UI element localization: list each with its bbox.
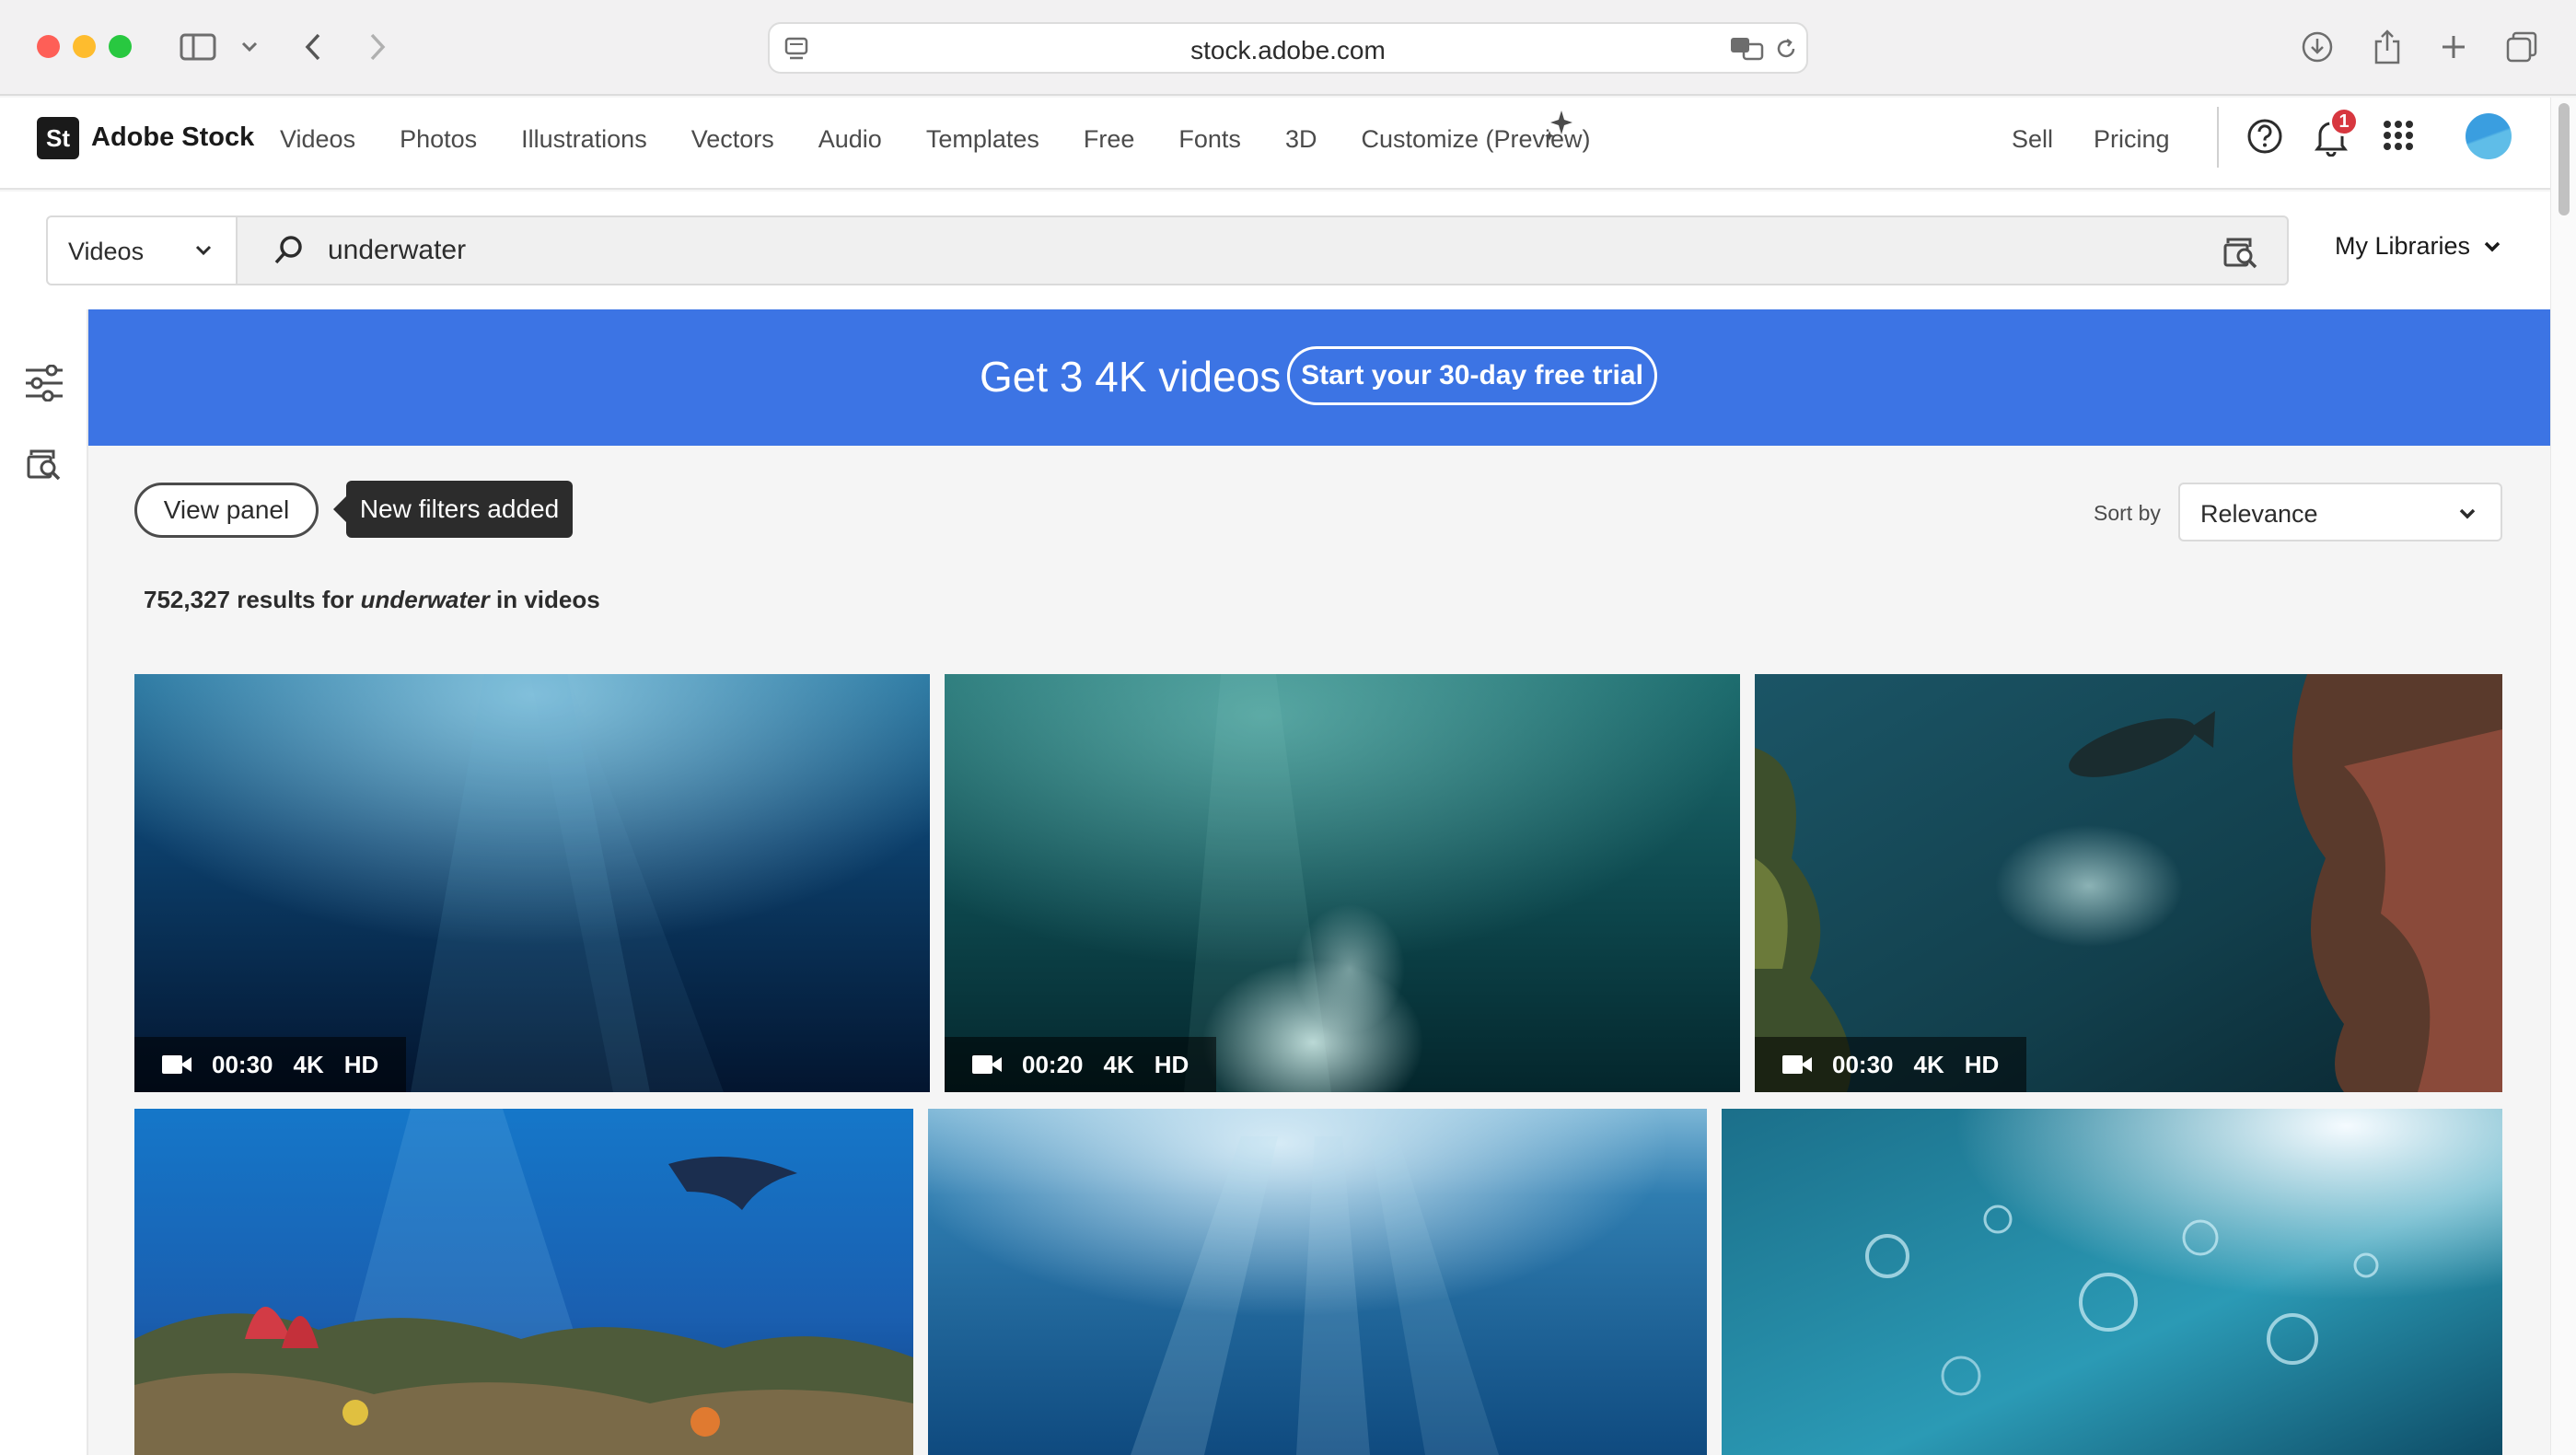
zoom-window-button[interactable] <box>109 35 132 58</box>
video-tile-6[interactable] <box>1722 1109 2502 1455</box>
chevron-down-icon <box>195 245 212 256</box>
asset-type-select[interactable]: Videos <box>46 215 238 285</box>
app-root: stock.adobe.com St Adobe Stock Videos Ph… <box>0 0 2576 1455</box>
reload-icon[interactable] <box>1773 36 1799 62</box>
chevron-down-icon <box>2484 241 2501 251</box>
chevron-down-icon <box>2459 508 2476 519</box>
nav-pricing[interactable]: Pricing <box>2094 125 2170 154</box>
video-meta: 00:20 4K HD <box>945 1037 1217 1092</box>
visual-search-icon[interactable] <box>26 446 63 483</box>
video-camera-icon <box>162 1055 191 1074</box>
video-resolution: 4K <box>1103 1050 1134 1078</box>
tab-overview-icon[interactable] <box>2501 24 2543 70</box>
video-thumbnail <box>1755 674 2502 1092</box>
video-meta: 00:30 4K HD <box>134 1037 407 1092</box>
video-tile-1[interactable]: 00:30 4K HD <box>134 674 930 1092</box>
video-thumbnail <box>134 1109 913 1455</box>
video-thumbnail <box>928 1109 1707 1455</box>
sidebar-toggle-icon[interactable] <box>175 24 221 70</box>
promo-text: Get 3 4K videos <box>980 353 1282 401</box>
results-tail: in videos <box>496 586 600 613</box>
forward-icon[interactable] <box>359 24 396 70</box>
video-thumbnail <box>134 674 930 1092</box>
video-duration: 00:30 <box>1832 1050 1894 1078</box>
page-scrollbar[interactable] <box>2550 98 2576 1455</box>
nav-illustrations[interactable]: Illustrations <box>521 125 647 154</box>
help-icon[interactable] <box>2246 118 2283 155</box>
video-resolution: 4K <box>1913 1050 1944 1078</box>
search-input[interactable] <box>328 230 2077 271</box>
video-camera-icon <box>1782 1055 1812 1074</box>
url-text: stock.adobe.com <box>1190 36 1386 64</box>
search-icon <box>274 236 302 264</box>
video-tile-4[interactable] <box>134 1109 913 1455</box>
translate-icon[interactable] <box>1729 35 1766 63</box>
scrollbar-thumb[interactable] <box>2559 103 2570 215</box>
nav-audio[interactable]: Audio <box>818 125 882 154</box>
browser-toolbar: stock.adobe.com <box>0 0 2576 96</box>
adobe-stock-wordmark[interactable]: Adobe Stock <box>91 122 254 153</box>
apps-grid-icon[interactable] <box>2383 120 2414 151</box>
user-avatar[interactable] <box>2466 113 2512 159</box>
search-strip: Videos My Libraries <box>0 192 2550 309</box>
results-query: underwater <box>360 586 490 613</box>
results-summary: 752,327 results for underwater in videos <box>144 586 600 614</box>
video-tile-3[interactable]: 00:30 4K HD <box>1755 674 2502 1092</box>
header-divider <box>2217 107 2219 168</box>
video-camera-icon <box>972 1055 1002 1074</box>
minimize-window-button[interactable] <box>73 35 96 58</box>
video-tile-2[interactable]: 00:20 4K HD <box>945 674 1740 1092</box>
video-tile-5[interactable] <box>928 1109 1707 1455</box>
address-bar[interactable]: stock.adobe.com <box>768 22 1808 74</box>
adobe-stock-logo[interactable]: St <box>37 117 79 159</box>
results-mid: results for <box>237 586 354 613</box>
site-header: St Adobe Stock Videos Photos Illustratio… <box>0 98 2550 190</box>
sort-by-label: Sort by <box>2094 501 2161 525</box>
video-duration: 00:20 <box>1022 1050 1084 1078</box>
sort-select[interactable]: Relevance <box>2178 483 2502 541</box>
video-thumbnail <box>1722 1109 2502 1455</box>
notification-badge: 1 <box>2329 107 2359 136</box>
video-meta: 00:30 4K HD <box>1755 1037 2027 1092</box>
visual-search-icon[interactable] <box>2222 234 2259 271</box>
free-trial-button[interactable]: Start your 30-day free trial <box>1287 346 1657 405</box>
filters-icon[interactable] <box>24 365 64 402</box>
chevron-down-icon[interactable] <box>236 24 263 70</box>
nav-videos[interactable]: Videos <box>280 125 355 154</box>
nav-vectors[interactable]: Vectors <box>691 125 774 154</box>
search-box <box>238 215 2289 285</box>
new-filters-tooltip: New filters added <box>333 481 573 538</box>
nav-fonts[interactable]: Fonts <box>1178 125 1241 154</box>
new-tab-icon[interactable] <box>2432 24 2475 70</box>
left-sidebar <box>0 309 88 1455</box>
asset-type-value: Videos <box>68 238 145 265</box>
my-libraries-label: My Libraries <box>2335 232 2471 260</box>
download-icon[interactable] <box>2296 24 2338 70</box>
video-thumbnail <box>945 674 1740 1092</box>
sparkle-icon <box>1545 111 1572 141</box>
video-quality: HD <box>1154 1050 1189 1078</box>
video-duration: 00:30 <box>212 1050 273 1078</box>
nav-photos[interactable]: Photos <box>400 125 477 154</box>
my-libraries-button[interactable]: My Libraries <box>2335 232 2501 261</box>
view-panel-button[interactable]: View panel <box>134 483 319 538</box>
nav-3d[interactable]: 3D <box>1285 125 1317 154</box>
close-window-button[interactable] <box>37 35 60 58</box>
main-nav: Videos Photos Illustrations Vectors Audi… <box>280 125 1591 154</box>
video-quality: HD <box>1964 1050 2000 1078</box>
nav-free[interactable]: Free <box>1084 125 1135 154</box>
video-quality: HD <box>343 1050 379 1078</box>
nav-sell[interactable]: Sell <box>2012 125 2053 154</box>
back-icon[interactable] <box>295 24 331 70</box>
promo-banner: Get 3 4K videos Start your 30-day free t… <box>88 309 2550 446</box>
video-resolution: 4K <box>293 1050 324 1078</box>
results-count: 752,327 <box>144 586 230 613</box>
share-icon[interactable] <box>2366 24 2408 70</box>
nav-templates[interactable]: Templates <box>926 125 1039 154</box>
sort-value: Relevance <box>2200 500 2318 528</box>
